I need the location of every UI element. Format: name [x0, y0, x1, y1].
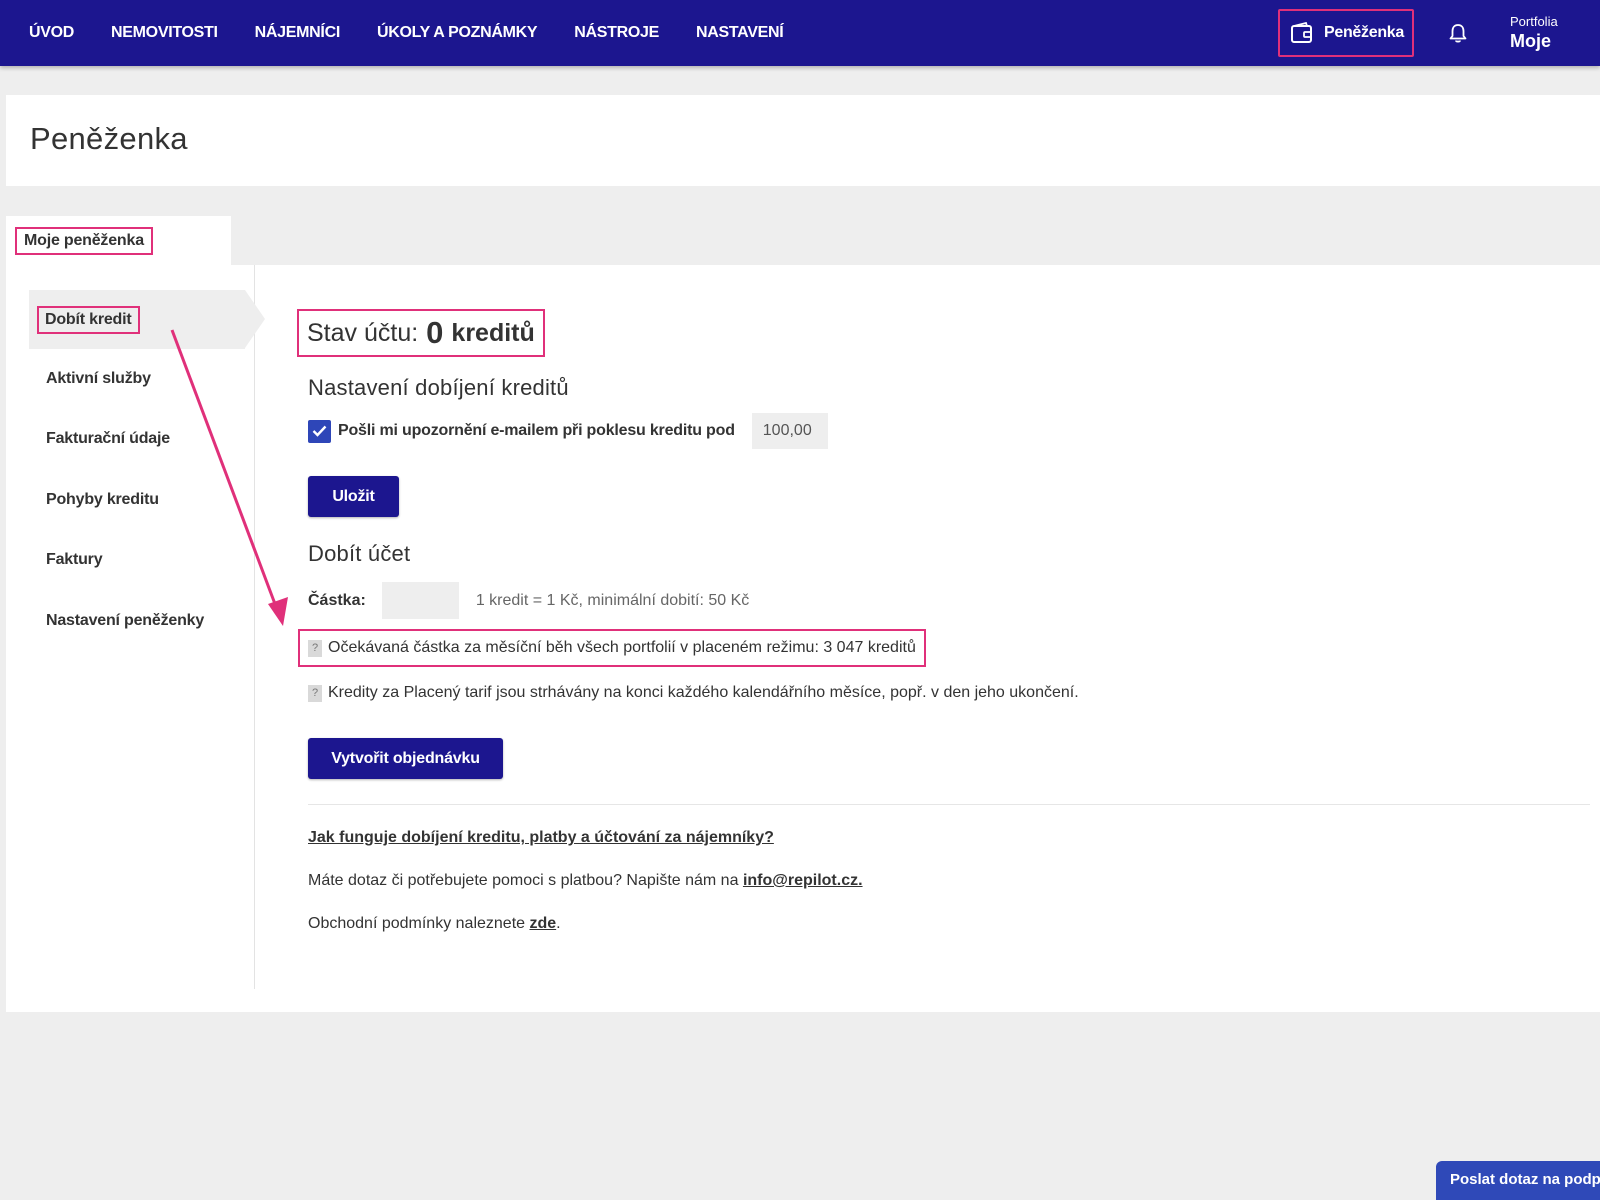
sidebar-item-aktivni-sluzby[interactable]: Aktivní služby	[29, 349, 245, 408]
sidebar-item-label: Dobít kredit	[37, 305, 140, 334]
top-right-area: Peněženka Portfolia Moje	[1277, 0, 1600, 66]
terms-text: Obchodní podmínky naleznete	[308, 915, 526, 932]
sidebar-item-fakturacni-udaje[interactable]: Fakturační údaje	[29, 409, 245, 468]
account-balance: Stav účtu: 0 kreditů	[297, 309, 545, 357]
main-nav: ÚVOD NEMOVITOSTI NÁJEMNÍCI ÚKOLY A POZNÁ…	[0, 0, 820, 66]
save-button[interactable]: Uložit	[308, 476, 399, 517]
portfolio-value: Moje	[1510, 31, 1552, 51]
nav-item-najemnici[interactable]: NÁJEMNÍCI	[255, 24, 341, 42]
nav-item-ukoly[interactable]: ÚKOLY A POZNÁMKY	[377, 24, 538, 42]
amount-label: Částka:	[308, 591, 366, 609]
create-order-button[interactable]: Vytvořit objednávku	[308, 738, 503, 779]
question-icon[interactable]: ?	[308, 684, 322, 702]
title-card: Peněženka	[6, 95, 1600, 186]
topup-heading: Dobít účet	[308, 541, 411, 566]
terms-end: .	[556, 915, 561, 932]
sidebar-item-dobit-kredit[interactable]: Dobít kredit	[29, 290, 265, 349]
contact-text: Máte dotaz či potřebujete pomoci s platb…	[308, 872, 739, 889]
bell-icon	[1449, 24, 1467, 43]
sidebar-item-label: Nastavení peněženky	[46, 611, 205, 629]
page-title: Peněženka	[30, 121, 188, 156]
sidebar-item-label: Faktury	[46, 550, 103, 568]
sidebar-item-faktury[interactable]: Faktury	[29, 530, 245, 589]
threshold-input[interactable]	[751, 413, 828, 449]
balance-prefix: Stav účtu:	[307, 318, 419, 347]
sidebar-item-nastaveni-penezenky[interactable]: Nastavení peněženky	[29, 591, 245, 650]
faq-link[interactable]: Jak funguje dobíjení kreditu, platby a ú…	[308, 829, 774, 846]
nav-item-uvod[interactable]: ÚVOD	[29, 24, 74, 42]
amount-hint: 1 kredit = 1 Kč, minimální dobití: 50 Kč	[475, 591, 750, 609]
tab-label: Moje peněženka	[15, 227, 153, 255]
wallet-label: Peněženka	[1323, 24, 1404, 41]
nav-item-nemovitosti[interactable]: NEMOVITOSTI	[111, 24, 218, 42]
divider	[308, 804, 1590, 805]
contact-email-link[interactable]: info@repilot.cz.	[743, 872, 863, 889]
terms-paragraph: Obchodní podmínky naleznete zde.	[308, 915, 561, 933]
balance-amount: 0	[426, 315, 444, 350]
topup-settings-heading: Nastavení dobíjení kreditů	[308, 375, 569, 400]
contact-paragraph: Máte dotaz či potřebujete pomoci s platb…	[308, 872, 863, 890]
expected-amount-text: Očekávaná částka za měsíční běh všech po…	[328, 639, 916, 656]
wallet-icon	[1290, 22, 1312, 43]
sidebar-item-pohyby-kreditu[interactable]: Pohyby kreditu	[29, 470, 245, 529]
portfolio-label: Portfolia	[1510, 14, 1558, 29]
amount-row: Částka: 1 kredit = 1 Kč, minimální dobit…	[308, 582, 749, 619]
top-navbar: ÚVOD NEMOVITOSTI NÁJEMNÍCI ÚKOLY A POZNÁ…	[0, 0, 1600, 66]
tab-moje-penezenka[interactable]: Moje peněženka	[6, 216, 231, 266]
expected-amount-note: ? Očekávaná částka za měsíční běh všech …	[298, 629, 926, 667]
sidebar-item-label: Aktivní služby	[46, 369, 151, 387]
billing-note: ? Kredity za Placený tarif jsou strháván…	[308, 680, 1079, 706]
portfolio-switcher[interactable]: Portfolia Moje	[1510, 14, 1600, 52]
terms-link[interactable]: zde	[529, 915, 556, 932]
notifications-button[interactable]	[1444, 19, 1472, 47]
sidebar-item-label: Pohyby kreditu	[46, 490, 159, 508]
question-icon[interactable]: ?	[308, 639, 322, 657]
low-credit-alert-label: Pošli mi upozornění e-mailem při poklesu…	[338, 422, 735, 439]
sidebar-item-label: Fakturační údaje	[46, 429, 170, 447]
billing-note-text: Kredity za Placený tarif jsou strhávány …	[328, 684, 1079, 701]
sidebar: Dobít kredit Aktivní služby Fakturační ú…	[29, 265, 265, 989]
nav-item-nastaveni[interactable]: NASTAVENÍ	[696, 24, 784, 42]
support-request-button[interactable]: Poslat dotaz na podporu	[1436, 1161, 1600, 1200]
nav-item-nastroje[interactable]: NÁSTROJE	[574, 24, 659, 42]
low-credit-alert-checkbox[interactable]	[308, 419, 331, 443]
low-credit-alert-row: Pošli mi upozornění e-mailem při poklesu…	[308, 413, 828, 449]
balance-unit: kreditů	[451, 318, 535, 347]
main-card: Dobít kredit Aktivní služby Fakturační ú…	[6, 265, 1600, 1012]
amount-input[interactable]	[381, 582, 459, 619]
check-icon	[312, 425, 327, 437]
wallet-button[interactable]: Peněženka	[1277, 9, 1414, 57]
